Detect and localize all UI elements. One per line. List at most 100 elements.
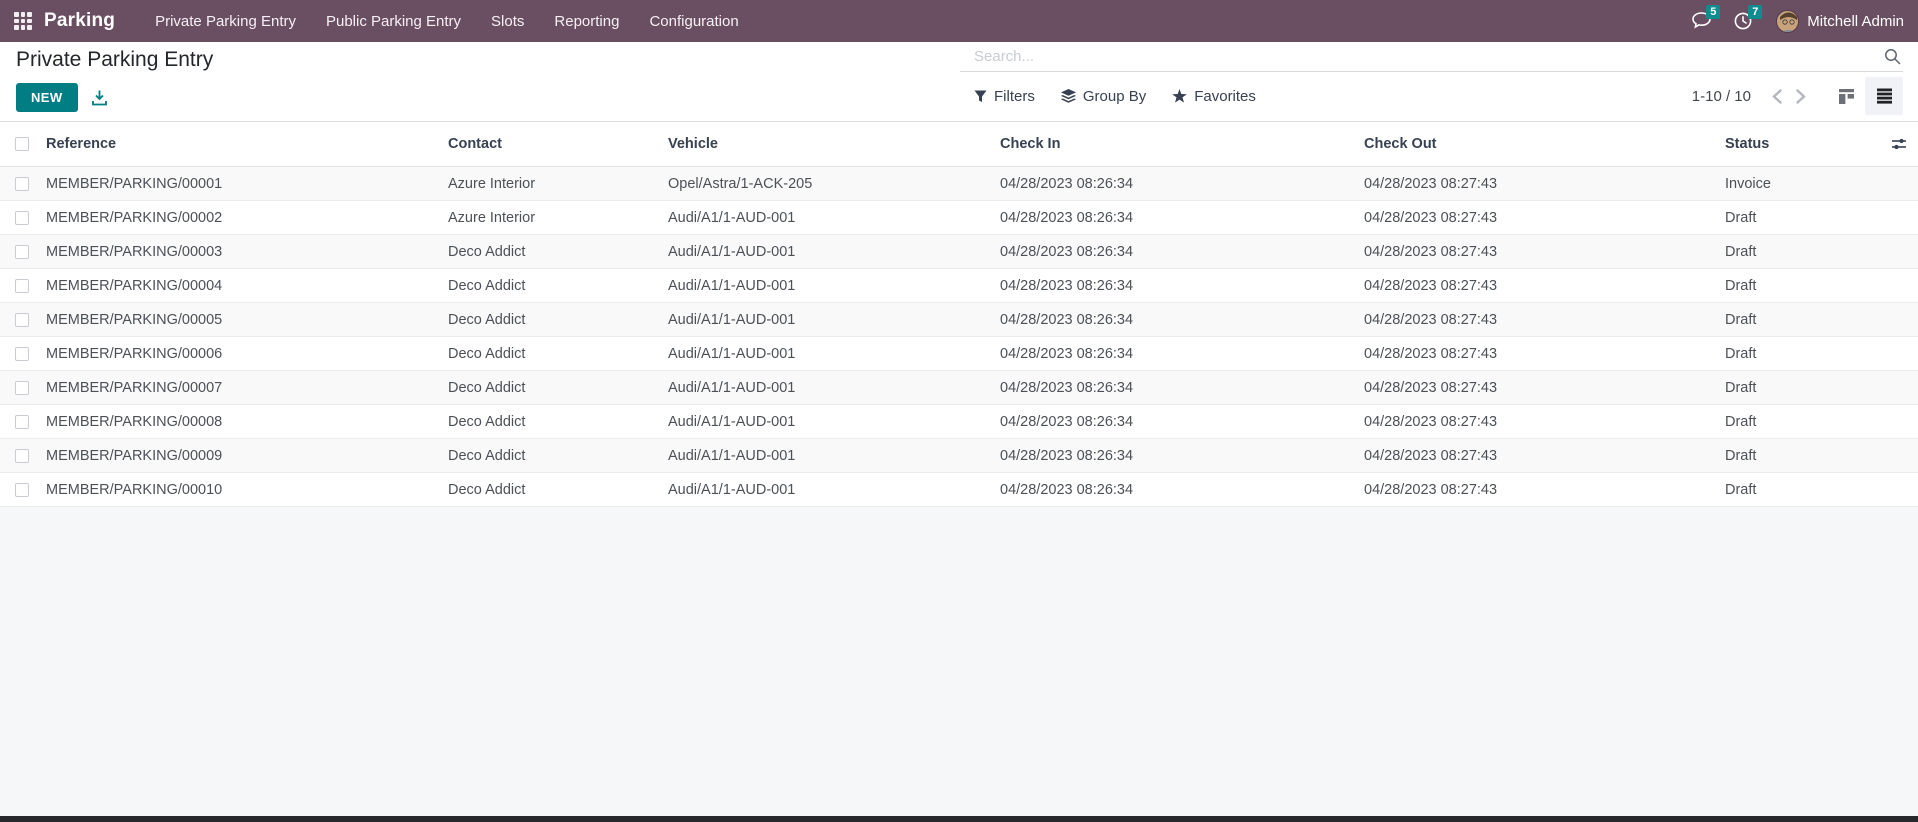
new-button[interactable]: NEW	[16, 83, 78, 112]
cell-check-in[interactable]: 04/28/2023 08:26:34	[1000, 210, 1364, 226]
cell-status[interactable]: Draft	[1725, 244, 1880, 260]
cell-check-in[interactable]: 04/28/2023 08:26:34	[1000, 278, 1364, 294]
cell-status[interactable]: Draft	[1725, 380, 1880, 396]
cell-check-in[interactable]: 04/28/2023 08:26:34	[1000, 346, 1364, 362]
cell-check-out[interactable]: 04/28/2023 08:27:43	[1364, 312, 1725, 328]
table-row[interactable]: MEMBER/PARKING/00001 Azure Interior Opel/A…	[0, 167, 1918, 201]
cell-reference[interactable]: MEMBER/PARKING/00010	[46, 482, 448, 498]
table-row[interactable]: MEMBER/PARKING/00010 Deco Addict Audi/A1/1…	[0, 473, 1918, 507]
cell-check-out[interactable]: 04/28/2023 08:27:43	[1364, 414, 1725, 430]
select-all-checkbox[interactable]	[15, 137, 29, 151]
list-view-button[interactable]	[1865, 77, 1903, 115]
table-row[interactable]: MEMBER/PARKING/00002 Azure Interior Audi/A…	[0, 201, 1918, 235]
cell-reference[interactable]: MEMBER/PARKING/00001	[46, 176, 448, 192]
cell-vehicle[interactable]: Audi/A1/1-AUD-001	[668, 312, 1000, 328]
export-icon[interactable]	[91, 90, 107, 106]
table-row[interactable]: MEMBER/PARKING/00005 Deco Addict Audi/A1/1…	[0, 303, 1918, 337]
cell-check-out[interactable]: 04/28/2023 08:27:43	[1364, 278, 1725, 294]
cell-check-in[interactable]: 04/28/2023 08:26:34	[1000, 380, 1364, 396]
filters-button[interactable]: Filters	[974, 88, 1035, 105]
column-header-reference[interactable]: Reference	[46, 136, 448, 152]
row-checkbox[interactable]	[15, 380, 29, 395]
cell-check-in[interactable]: 04/28/2023 08:26:34	[1000, 244, 1364, 260]
cell-reference[interactable]: MEMBER/PARKING/00005	[46, 312, 448, 328]
app-name[interactable]: Parking	[44, 10, 115, 32]
cell-check-in[interactable]: 04/28/2023 08:26:34	[1000, 448, 1364, 464]
group-by-button[interactable]: Group By	[1060, 88, 1146, 105]
cell-check-out[interactable]: 04/28/2023 08:27:43	[1364, 244, 1725, 260]
cell-reference[interactable]: MEMBER/PARKING/00009	[46, 448, 448, 464]
cell-check-out[interactable]: 04/28/2023 08:27:43	[1364, 346, 1725, 362]
cell-check-out[interactable]: 04/28/2023 08:27:43	[1364, 482, 1725, 498]
cell-status[interactable]: Draft	[1725, 346, 1880, 362]
cell-status[interactable]: Draft	[1725, 312, 1880, 328]
cell-status[interactable]: Draft	[1725, 210, 1880, 226]
cell-status[interactable]: Draft	[1725, 482, 1880, 498]
cell-vehicle[interactable]: Audi/A1/1-AUD-001	[668, 278, 1000, 294]
column-header-status[interactable]: Status	[1725, 136, 1880, 152]
cell-check-in[interactable]: 04/28/2023 08:26:34	[1000, 176, 1364, 192]
cell-reference[interactable]: MEMBER/PARKING/00002	[46, 210, 448, 226]
cell-status[interactable]: Draft	[1725, 278, 1880, 294]
kanban-view-button[interactable]	[1827, 77, 1865, 115]
cell-vehicle[interactable]: Audi/A1/1-AUD-001	[668, 210, 1000, 226]
activities-button[interactable]: 7	[1734, 5, 1763, 33]
cell-check-out[interactable]: 04/28/2023 08:27:43	[1364, 448, 1725, 464]
row-checkbox[interactable]	[15, 244, 29, 259]
messages-button[interactable]: 5	[1692, 5, 1721, 33]
cell-check-in[interactable]: 04/28/2023 08:26:34	[1000, 312, 1364, 328]
cell-reference[interactable]: MEMBER/PARKING/00007	[46, 380, 448, 396]
cell-contact[interactable]: Deco Addict	[448, 448, 668, 464]
menu-private-parking-entry[interactable]: Private Parking Entry	[143, 7, 308, 36]
cell-vehicle[interactable]: Audi/A1/1-AUD-001	[668, 244, 1000, 260]
menu-reporting[interactable]: Reporting	[542, 7, 631, 36]
row-checkbox[interactable]	[15, 176, 29, 191]
cell-vehicle[interactable]: Audi/A1/1-AUD-001	[668, 380, 1000, 396]
apps-menu-icon[interactable]	[14, 12, 32, 30]
cell-reference[interactable]: MEMBER/PARKING/00004	[46, 278, 448, 294]
row-checkbox[interactable]	[15, 414, 29, 429]
cell-contact[interactable]: Azure Interior	[448, 176, 668, 192]
cell-reference[interactable]: MEMBER/PARKING/00003	[46, 244, 448, 260]
cell-reference[interactable]: MEMBER/PARKING/00008	[46, 414, 448, 430]
table-row[interactable]: MEMBER/PARKING/00007 Deco Addict Audi/A1/1…	[0, 371, 1918, 405]
cell-check-in[interactable]: 04/28/2023 08:26:34	[1000, 414, 1364, 430]
row-checkbox[interactable]	[15, 448, 29, 463]
table-row[interactable]: MEMBER/PARKING/00006 Deco Addict Audi/A1/1…	[0, 337, 1918, 371]
table-row[interactable]: MEMBER/PARKING/00008 Deco Addict Audi/A1/1…	[0, 405, 1918, 439]
row-checkbox[interactable]	[15, 278, 29, 293]
cell-check-in[interactable]: 04/28/2023 08:26:34	[1000, 482, 1364, 498]
favorites-button[interactable]: Favorites	[1172, 88, 1256, 105]
column-header-contact[interactable]: Contact	[448, 136, 668, 152]
menu-public-parking-entry[interactable]: Public Parking Entry	[314, 7, 473, 36]
cell-contact[interactable]: Deco Addict	[448, 482, 668, 498]
search-input[interactable]	[960, 46, 1884, 67]
cell-contact[interactable]: Deco Addict	[448, 346, 668, 362]
search-icon[interactable]	[1884, 48, 1901, 65]
cell-contact[interactable]: Deco Addict	[448, 278, 668, 294]
column-header-check-in[interactable]: Check In	[1000, 136, 1364, 152]
cell-contact[interactable]: Deco Addict	[448, 414, 668, 430]
menu-configuration[interactable]: Configuration	[637, 7, 750, 36]
cell-contact[interactable]: Deco Addict	[448, 244, 668, 260]
cell-vehicle[interactable]: Audi/A1/1-AUD-001	[668, 482, 1000, 498]
pager-previous-button[interactable]	[1765, 88, 1789, 104]
cell-contact[interactable]: Deco Addict	[448, 312, 668, 328]
cell-vehicle[interactable]: Audi/A1/1-AUD-001	[668, 346, 1000, 362]
row-checkbox[interactable]	[15, 210, 29, 225]
table-row[interactable]: MEMBER/PARKING/00004 Deco Addict Audi/A1/1…	[0, 269, 1918, 303]
cell-vehicle[interactable]: Opel/Astra/1-ACK-205	[668, 176, 1000, 192]
pager-next-button[interactable]	[1789, 88, 1813, 104]
cell-vehicle[interactable]: Audi/A1/1-AUD-001	[668, 414, 1000, 430]
table-row[interactable]: MEMBER/PARKING/00009 Deco Addict Audi/A1/1…	[0, 439, 1918, 473]
optional-columns-button[interactable]	[1891, 137, 1907, 151]
row-checkbox[interactable]	[15, 346, 29, 361]
row-checkbox[interactable]	[15, 312, 29, 327]
cell-contact[interactable]: Deco Addict	[448, 380, 668, 396]
cell-contact[interactable]: Azure Interior	[448, 210, 668, 226]
cell-status[interactable]: Draft	[1725, 414, 1880, 430]
row-checkbox[interactable]	[15, 482, 29, 497]
column-header-vehicle[interactable]: Vehicle	[668, 136, 1000, 152]
cell-reference[interactable]: MEMBER/PARKING/00006	[46, 346, 448, 362]
cell-status[interactable]: Invoice	[1725, 176, 1880, 192]
